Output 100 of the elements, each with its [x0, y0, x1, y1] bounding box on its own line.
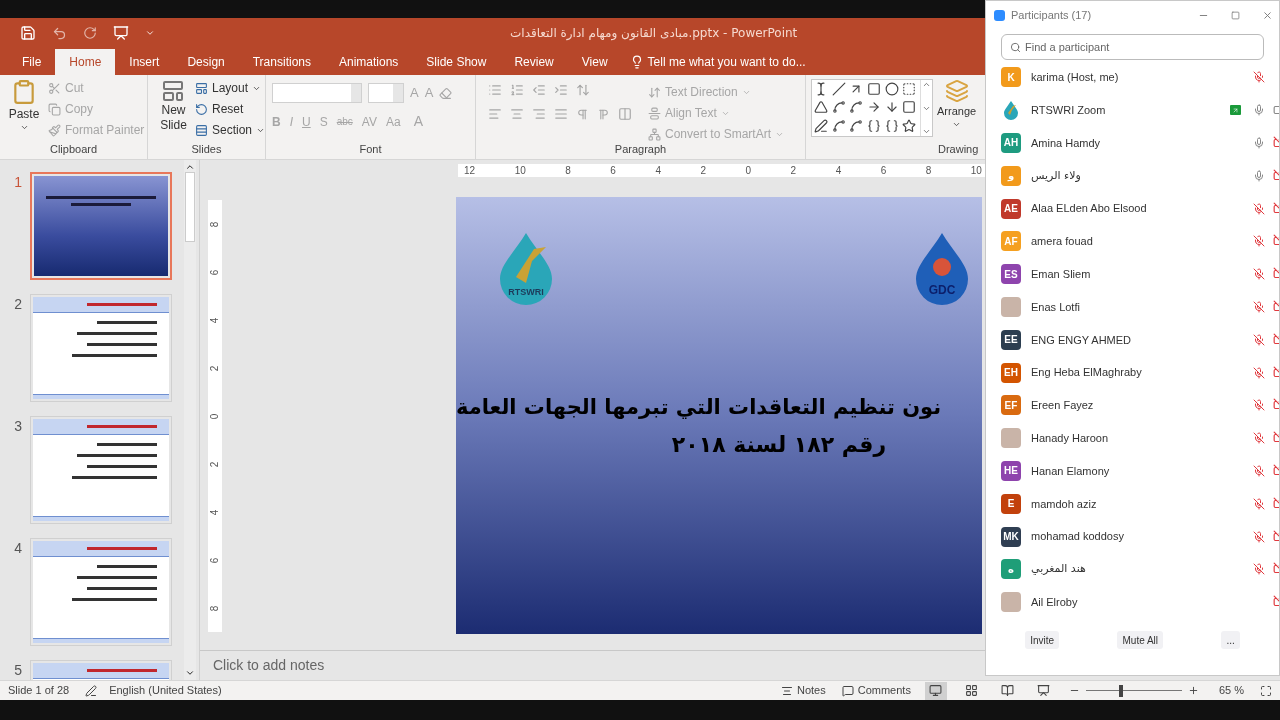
shape-icon[interactable] [831, 118, 846, 133]
ribbon-tab[interactable]: File [8, 49, 56, 75]
mic-muted-icon[interactable] [1253, 300, 1265, 313]
arrange-button[interactable]: Arrange [937, 79, 977, 129]
participant-row[interactable]: و ولاء الريس [986, 159, 1279, 193]
vertical-ruler: 8 6 4 2 0 2 4 6 8 [208, 200, 222, 632]
monitor-icon [929, 684, 943, 697]
participant-row[interactable]: AH Amina Hamdy [986, 126, 1279, 160]
paste-button[interactable]: Paste [4, 79, 44, 132]
participant-row[interactable]: MK mohamad koddosy [986, 520, 1279, 553]
ribbon-tab[interactable]: Insert [115, 49, 174, 75]
participant-row[interactable]: Ail Elroby [986, 585, 1279, 619]
shape-icon[interactable] [814, 100, 828, 115]
shape-icon[interactable] [867, 118, 881, 133]
mute-all-button[interactable]: Mute All [1117, 631, 1164, 649]
search-field[interactable]: Find a participant [1001, 34, 1264, 60]
slides-button[interactable]: Section [194, 121, 265, 139]
scrollbar-thumb[interactable] [185, 172, 195, 242]
slides-button[interactable]: Reset [194, 100, 265, 118]
shape-icon[interactable] [867, 82, 881, 96]
mic-icon[interactable] [1253, 169, 1265, 182]
new-slide-button[interactable]: New Slide [156, 79, 191, 133]
presentation-icon[interactable] [113, 25, 129, 41]
ribbon-tab[interactable]: Design [173, 49, 239, 75]
notes-button[interactable]: Notes [781, 682, 826, 699]
notes-placeholder[interactable]: Click to add notes [213, 655, 325, 676]
mic-muted-icon[interactable] [1253, 333, 1265, 346]
slides-button[interactable]: Layout [194, 79, 265, 97]
ribbon-tab[interactable]: Home [55, 49, 116, 75]
fit-slide-icon[interactable] [1260, 684, 1272, 697]
scroll-up-icon[interactable] [185, 162, 195, 172]
scroll-down-icon[interactable] [185, 668, 195, 678]
zoom-level[interactable]: 65 % [1218, 682, 1244, 699]
shape-icon[interactable] [831, 82, 846, 96]
close-icon[interactable] [1262, 9, 1273, 21]
shape-icon[interactable] [849, 100, 864, 115]
mic-icon[interactable] [1253, 104, 1265, 117]
redo-icon[interactable] [83, 26, 97, 40]
tell-me-field[interactable]: Tell me what you want to do... [647, 53, 806, 71]
slide-thumbnail[interactable] [30, 416, 172, 524]
participant-row[interactable]: ES Eman Sliem [986, 257, 1279, 291]
shape-icon[interactable] [902, 82, 917, 96]
shapes-gallery[interactable] [811, 79, 933, 137]
mic-muted-icon[interactable] [1253, 432, 1265, 445]
invite-button[interactable]: Invite [1025, 631, 1060, 649]
mic-muted-icon[interactable] [1253, 235, 1265, 248]
shape-icon[interactable] [884, 118, 899, 133]
zoom-slider-thumb[interactable] [1118, 684, 1123, 697]
zoom-in-icon[interactable] [1187, 685, 1199, 696]
view-button[interactable] [924, 681, 947, 700]
participant-row[interactable]: HE Hanan Elamony [986, 454, 1279, 488]
scrollbar[interactable] [184, 160, 196, 680]
participant-row[interactable]: AE Alaa ELden Abo Elsood [986, 192, 1279, 225]
text-direction-icon [648, 85, 661, 99]
participant-row[interactable]: K karima (Host, me) [986, 61, 1279, 94]
participant-row[interactable]: Hanady Haroon [986, 421, 1279, 455]
ribbon-tab[interactable]: Transitions [238, 49, 325, 75]
mic-icon[interactable] [1253, 137, 1265, 149]
participant-row[interactable]: AF amera fouad [986, 225, 1279, 258]
participant-name: mamdoh aziz [1031, 496, 1098, 512]
slide-thumbnail[interactable] [30, 172, 172, 280]
save-icon[interactable] [20, 25, 36, 41]
mic-muted-icon[interactable] [1253, 530, 1265, 543]
mic-muted-icon[interactable] [1253, 464, 1265, 477]
participant-row[interactable]: Enas Lotfi [986, 290, 1279, 324]
ribbon-tab[interactable]: Animations [325, 49, 413, 75]
group-label: Clipboard [49, 141, 98, 157]
mic-muted-icon[interactable] [1253, 563, 1265, 576]
customize-caret-icon[interactable] [145, 28, 155, 38]
ribbon-tab[interactable]: Slide Show [412, 49, 501, 75]
mic-muted-icon[interactable] [1253, 399, 1265, 412]
slide-thumbnail[interactable] [30, 294, 172, 402]
participant-row[interactable]: RTSWRI Zoom [986, 93, 1279, 127]
language-label[interactable]: English (United States) [109, 682, 222, 699]
participant-row[interactable]: E mamdoh aziz [986, 487, 1279, 521]
shape-icon[interactable] [902, 118, 917, 133]
more-icon[interactable] [922, 127, 931, 136]
proofing-icon[interactable] [85, 684, 98, 697]
shape-icon[interactable] [849, 118, 864, 133]
mic-muted-icon[interactable] [1253, 71, 1265, 84]
ribbon-tab[interactable]: Review [500, 49, 568, 75]
shape-icon[interactable] [884, 82, 899, 96]
slide-thumbnail[interactable] [30, 538, 172, 646]
undo-icon[interactable] [52, 25, 67, 41]
ribbon-tab[interactable]: View [567, 49, 622, 75]
participant-row[interactable]: EH Eng Heba ElMaghraby [986, 356, 1279, 389]
scroll-up-icon[interactable] [922, 80, 931, 89]
shape-icon[interactable] [884, 100, 899, 115]
comments-button[interactable]: Comments [841, 682, 911, 699]
shape-icon[interactable] [902, 100, 917, 115]
mic-muted-icon[interactable] [1253, 268, 1265, 281]
shape-icon[interactable] [831, 100, 846, 115]
more-button[interactable]: ... [1221, 631, 1240, 649]
mic-muted-icon[interactable] [1253, 202, 1265, 215]
participant-row[interactable]: EF Ereen Fayez [986, 388, 1279, 422]
participant-row[interactable]: EE ENG ENGY AHMED [986, 323, 1279, 357]
participant-row[interactable]: ه هند المغربي [986, 552, 1279, 586]
mic-muted-icon[interactable] [1253, 497, 1265, 510]
mic-muted-icon[interactable] [1253, 366, 1265, 379]
shape-icon[interactable] [814, 118, 828, 133]
